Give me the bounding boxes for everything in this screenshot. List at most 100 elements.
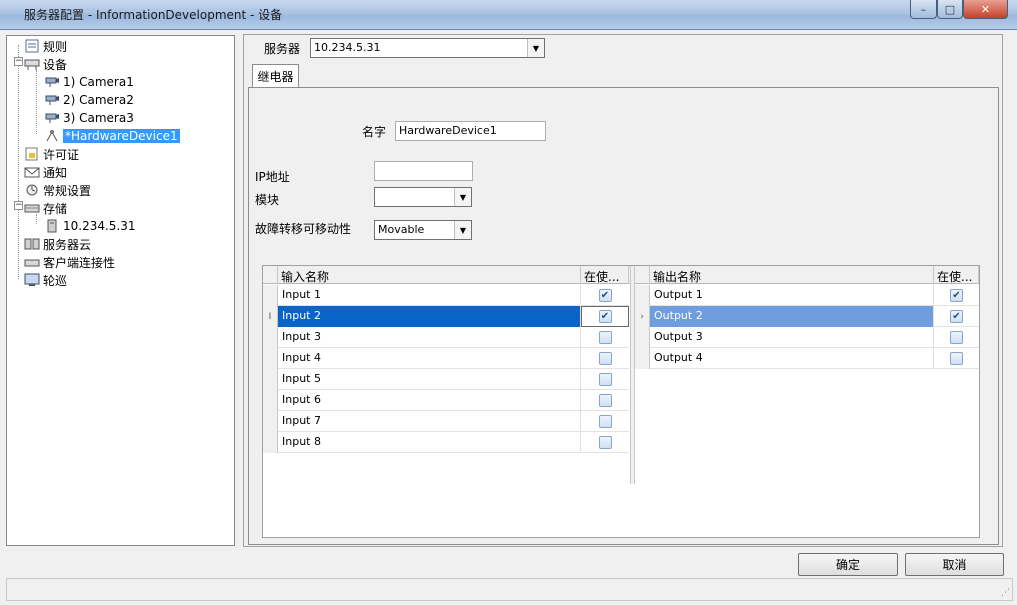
input-name-cell[interactable]: Input 5 [278, 369, 581, 390]
input-used-cell[interactable]: ✔ [581, 306, 629, 327]
table-row[interactable]: Input 1 ✔ [263, 285, 629, 306]
row-header[interactable] [263, 285, 278, 306]
name-field[interactable]: HardwareDevice1 [395, 121, 546, 141]
tree-item-general-settings[interactable]: 常规设置 [24, 181, 91, 199]
tree-item-storage-server[interactable]: 10.234.5.31 [44, 217, 136, 235]
tree-item-rules[interactable]: 规则 [24, 37, 67, 55]
output-used-cell[interactable]: ✔ [934, 285, 979, 306]
close-button[interactable]: ✕ [963, 0, 1008, 19]
window-body: − − 规则 设备 1) Camera1 2) Camera2 3) Camer… [0, 30, 1017, 605]
table-row[interactable]: › Output 2 ✔ [635, 306, 979, 327]
current-row-indicator-icon[interactable]: › [635, 306, 650, 327]
row-header[interactable] [635, 348, 650, 369]
tree-item-notification[interactable]: 通知 [24, 163, 67, 181]
input-name-column-header[interactable]: 输入名称 [278, 266, 581, 284]
row-header[interactable] [263, 348, 278, 369]
output-name-cell[interactable]: Output 4 [650, 348, 934, 369]
resize-grip-icon[interactable]: ⋰ [1001, 588, 1010, 598]
table-row[interactable]: Input 3 [263, 327, 629, 348]
ip-address-field[interactable] [374, 161, 473, 181]
checkbox-unchecked[interactable] [598, 394, 612, 407]
row-header[interactable] [263, 369, 278, 390]
input-name-cell[interactable]: Input 2 [278, 306, 581, 327]
row-header[interactable] [263, 327, 278, 348]
output-used-cell[interactable] [934, 327, 979, 348]
module-dropdown[interactable]: ▼ [374, 187, 472, 207]
checkbox-unchecked[interactable] [598, 415, 612, 428]
tree-item-storage[interactable]: 存储 [24, 199, 67, 217]
input-used-cell[interactable] [581, 348, 629, 369]
tree-item-license[interactable]: 许可证 [24, 145, 79, 163]
input-name-cell[interactable]: Input 8 [278, 432, 581, 453]
collapse-devices-toggle[interactable]: − [14, 57, 23, 66]
table-row[interactable]: I Input 2 ✔ [263, 306, 629, 327]
ok-button[interactable]: 确定 [798, 553, 898, 576]
failover-dropdown[interactable]: Movable ▼ [374, 220, 472, 240]
output-name-column-header[interactable]: 输出名称 [650, 266, 934, 284]
navigation-tree[interactable]: − − 规则 设备 1) Camera1 2) Camera2 3) Camer… [6, 35, 235, 546]
cancel-button[interactable]: 取消 [905, 553, 1004, 576]
minimize-button[interactable]: – [910, 0, 937, 19]
row-header[interactable] [635, 327, 650, 348]
input-name-cell[interactable]: Input 6 [278, 390, 581, 411]
tree-item-server-cloud[interactable]: 服务器云 [24, 235, 91, 253]
table-row[interactable]: Input 7 [263, 411, 629, 432]
output-name-cell[interactable]: Output 3 [650, 327, 934, 348]
row-header[interactable]: I [263, 306, 278, 327]
checkbox-unchecked[interactable] [598, 373, 612, 386]
tree-item-camera2[interactable]: 2) Camera2 [44, 91, 134, 109]
output-used-cell[interactable]: ✔ [934, 306, 979, 327]
output-name-cell[interactable]: Output 2 [650, 306, 934, 327]
table-row[interactable]: Input 6 [263, 390, 629, 411]
checkbox-unchecked[interactable] [598, 331, 612, 344]
chevron-down-icon[interactable]: ▼ [527, 39, 544, 57]
maximize-button[interactable]: □ [937, 0, 963, 19]
checkbox-unchecked[interactable] [598, 436, 612, 449]
tree-item-camera1[interactable]: 1) Camera1 [44, 73, 134, 91]
camera-icon [44, 75, 60, 89]
chevron-down-icon[interactable]: ▼ [454, 221, 471, 239]
row-header[interactable] [263, 390, 278, 411]
input-name-cell[interactable]: Input 1 [278, 285, 581, 306]
input-used-cell[interactable]: ✔ [581, 285, 629, 306]
server-dropdown[interactable]: 10.234.5.31 ▼ [310, 38, 545, 58]
failover-label: 故障转移可移动性 [255, 222, 352, 236]
checkbox-unchecked[interactable] [950, 331, 963, 344]
input-used-cell[interactable] [581, 411, 629, 432]
table-row[interactable]: Output 4 [635, 348, 979, 369]
checkbox-checked[interactable]: ✔ [950, 310, 963, 323]
license-icon [24, 147, 40, 161]
table-row[interactable]: Input 8 [263, 432, 629, 453]
checkbox-unchecked[interactable] [950, 352, 963, 365]
tree-item-devices[interactable]: 设备 [24, 55, 67, 73]
input-used-cell[interactable] [581, 369, 629, 390]
table-row[interactable]: Output 1 ✔ [635, 285, 979, 306]
output-name-cell[interactable]: Output 1 [650, 285, 934, 306]
tree-item-hardware-device1[interactable]: *HardwareDevice1 [44, 127, 180, 145]
input-used-cell[interactable] [581, 390, 629, 411]
checkbox-checked[interactable]: ✔ [598, 289, 612, 302]
input-name-cell[interactable]: Input 7 [278, 411, 581, 432]
input-name-cell[interactable]: Input 4 [278, 348, 581, 369]
tab-relay[interactable]: 继电器 [252, 64, 299, 88]
chevron-down-icon[interactable]: ▼ [454, 188, 471, 206]
checkbox-checked[interactable]: ✔ [950, 289, 963, 302]
tree-item-client-connectivity[interactable]: 客户端连接性 [24, 253, 115, 271]
table-row[interactable]: Input 4 [263, 348, 629, 369]
table-row[interactable]: Output 3 [635, 327, 979, 348]
checkbox-unchecked[interactable] [598, 352, 612, 365]
row-header[interactable] [635, 285, 650, 306]
input-used-cell[interactable] [581, 327, 629, 348]
row-header[interactable] [263, 411, 278, 432]
output-used-column-header[interactable]: 在使... [934, 266, 979, 284]
collapse-storage-toggle[interactable]: − [14, 201, 23, 210]
output-used-cell[interactable] [934, 348, 979, 369]
input-used-cell[interactable] [581, 432, 629, 453]
row-header[interactable] [263, 432, 278, 453]
tree-item-tour[interactable]: 轮巡 [24, 271, 67, 289]
checkbox-checked[interactable]: ✔ [598, 310, 612, 323]
input-name-cell[interactable]: Input 3 [278, 327, 581, 348]
input-used-column-header[interactable]: 在使... [581, 266, 629, 284]
tree-item-camera3[interactable]: 3) Camera3 [44, 109, 134, 127]
table-row[interactable]: Input 5 [263, 369, 629, 390]
